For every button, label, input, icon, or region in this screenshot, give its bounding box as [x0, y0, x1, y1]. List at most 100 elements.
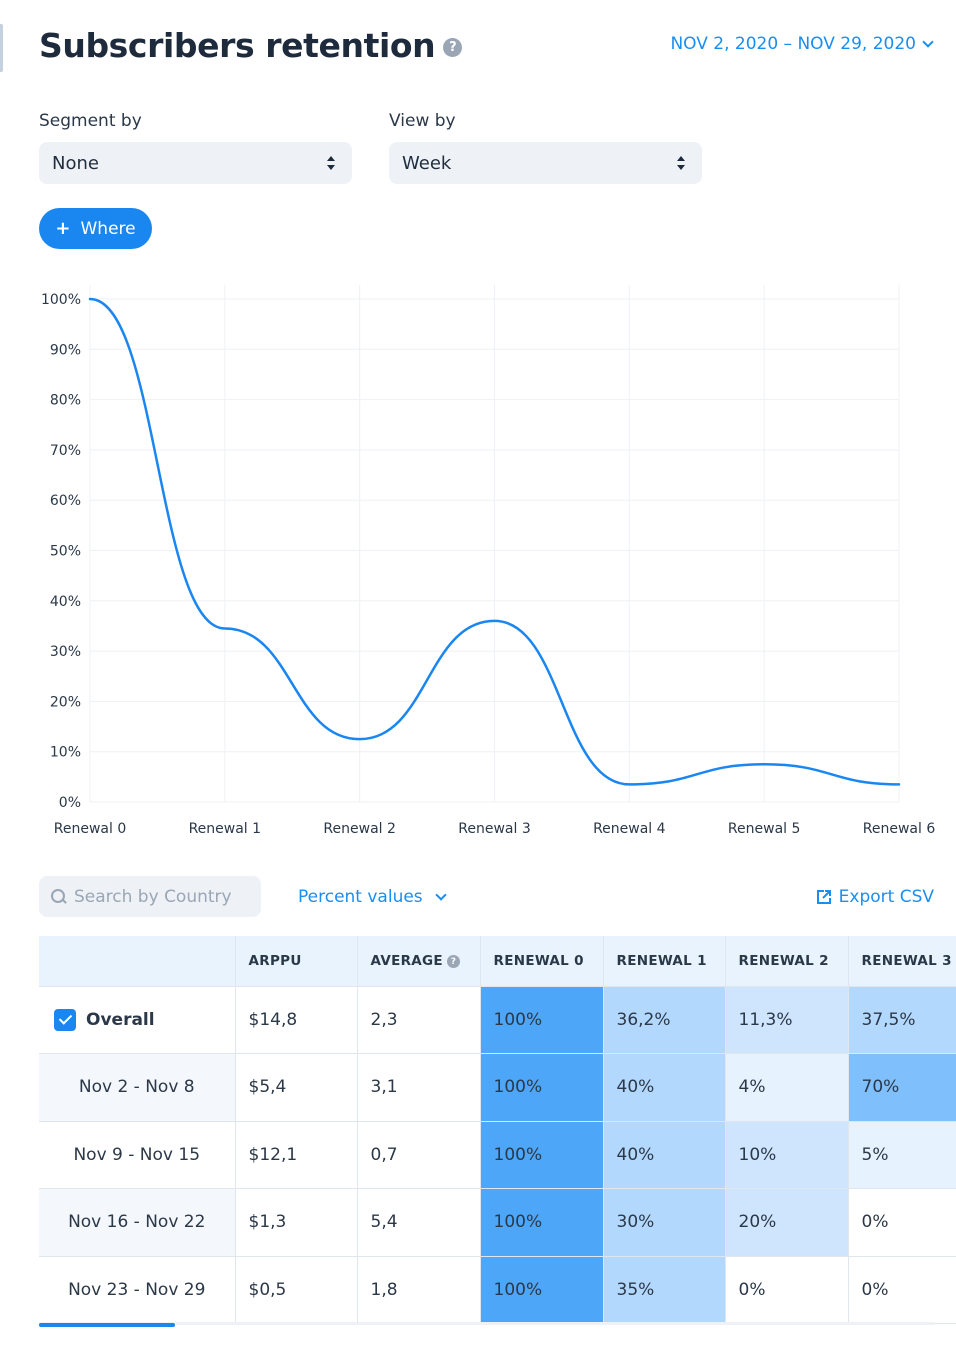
export-icon [816, 890, 831, 904]
table-row: Nov 23 - Nov 29 $0,5 1,8 100% 35% 0% 0% [39, 1256, 956, 1324]
y-tick-label: 0% [59, 795, 81, 811]
renewal-cell: 4% [725, 1053, 849, 1122]
segment-by-label: Segment by [39, 111, 142, 131]
renewal-cell: 35% [603, 1256, 726, 1324]
page-title-text: Subscribers retention [39, 26, 436, 65]
row-label: Overall [86, 1009, 155, 1030]
where-button-label: Where [80, 218, 136, 239]
table-header-row: ARPPU AVERAGE? RENEWAL 0 RENEWAL 1 RENEW… [39, 936, 956, 987]
view-by-value: Week [402, 152, 452, 174]
export-csv-button[interactable]: Export CSV [815, 887, 934, 907]
sort-arrows-icon [677, 156, 686, 170]
segment-by-value: None [52, 152, 99, 174]
renewal-cell: 100% [480, 1121, 604, 1189]
renewal-cell: 5% [848, 1121, 956, 1189]
average-cell: 5,4 [357, 1188, 481, 1257]
renewal-cell: 36,2% [603, 986, 726, 1054]
row-label: Nov 23 - Nov 29 [39, 1256, 236, 1324]
column-header-renewal-0[interactable]: RENEWAL 0 [480, 936, 604, 987]
checkbox-checked-icon[interactable] [54, 1008, 76, 1031]
renewal-cell: 10% [725, 1121, 849, 1189]
table-row: Nov 16 - Nov 22 $1,3 5,4 100% 30% 20% 0% [39, 1188, 956, 1257]
percent-values-label: Percent values [298, 887, 423, 907]
x-tick-label: Renewal 4 [593, 821, 666, 837]
retention-table: ARPPU AVERAGE? RENEWAL 0 RENEWAL 1 RENEW… [39, 936, 956, 1324]
y-tick-label: 50% [50, 544, 81, 560]
y-tick-label: 70% [50, 443, 81, 459]
y-tick-label: 90% [50, 342, 81, 358]
renewal-cell: 40% [603, 1121, 726, 1189]
arppu-cell: $12,1 [235, 1121, 358, 1189]
help-icon[interactable]: ? [446, 955, 460, 969]
renewal-cell: 0% [848, 1256, 956, 1324]
arppu-cell: $1,3 [235, 1188, 358, 1257]
row-label: Nov 2 - Nov 8 [39, 1053, 236, 1122]
column-header-label [39, 936, 236, 987]
column-header-renewal-3[interactable]: RENEWAL 3 [848, 936, 956, 987]
arppu-cell: $5,4 [235, 1053, 358, 1122]
percent-values-dropdown[interactable]: Percent values [298, 887, 447, 907]
y-tick-label: 20% [50, 694, 81, 710]
renewal-cell: 20% [725, 1188, 849, 1257]
column-header-renewal-2[interactable]: RENEWAL 2 [725, 936, 849, 987]
average-cell: 0,7 [357, 1121, 481, 1189]
x-tick-label: Renewal 6 [863, 821, 936, 837]
column-header-renewal-1[interactable]: RENEWAL 1 [603, 936, 726, 987]
average-cell: 2,3 [357, 986, 481, 1054]
chevron-down-icon [435, 888, 447, 901]
date-range-text: NOV 2, 2020 – NOV 29, 2020 [670, 34, 916, 54]
x-tick-label: Renewal 2 [323, 821, 395, 837]
y-tick-label: 60% [50, 493, 81, 509]
renewal-cell: 100% [480, 986, 604, 1054]
table-scrollbar-thumb[interactable] [39, 1323, 175, 1327]
renewal-cell: 30% [603, 1188, 726, 1257]
help-icon[interactable]: ? [443, 38, 463, 57]
date-range-picker[interactable]: NOV 2, 2020 – NOV 29, 2020 [670, 34, 934, 54]
table-row: Nov 2 - Nov 8 $5,4 3,1 100% 40% 4% 70% [39, 1053, 956, 1122]
search-placeholder: Search by Country [74, 886, 232, 907]
x-tick-label: Renewal 0 [54, 821, 126, 837]
y-tick-label: 40% [50, 594, 81, 610]
y-tick-label: 30% [50, 644, 81, 660]
view-by-select[interactable]: Week [389, 142, 702, 184]
y-tick-label: 80% [50, 393, 81, 409]
chevron-down-icon [922, 35, 934, 48]
renewal-cell: 40% [603, 1053, 726, 1122]
retention-line-chart: 0% 10% 20% 30% 40% 50% 60% 70% 80% 90% 100% Renewal… [41, 285, 936, 837]
renewal-cell: 100% [480, 1188, 604, 1257]
average-cell: 1,8 [357, 1256, 481, 1324]
renewal-cell: 37,5% [848, 986, 956, 1054]
table-row: Nov 9 - Nov 15 $12,1 0,7 100% 40% 10% 5% [39, 1121, 956, 1189]
y-tick-label: 100% [41, 292, 81, 308]
average-cell: 3,1 [357, 1053, 481, 1122]
column-header-average[interactable]: AVERAGE? [357, 936, 481, 987]
search-country-field[interactable]: Search by Country [39, 876, 261, 917]
renewal-cell: 0% [725, 1256, 849, 1324]
row-label: Nov 16 - Nov 22 [39, 1188, 236, 1257]
x-tick-label: Renewal 1 [189, 821, 261, 837]
column-header-arppu[interactable]: ARPPU [235, 936, 358, 987]
arppu-cell: $0,5 [235, 1256, 358, 1324]
segment-by-select[interactable]: None [39, 142, 352, 184]
renewal-cell: 100% [480, 1256, 604, 1324]
left-edge-accent [0, 24, 3, 72]
view-by-label: View by [389, 111, 456, 131]
renewal-cell: 11,3% [725, 986, 849, 1054]
renewal-cell: 0% [848, 1188, 956, 1257]
sort-arrows-icon [327, 156, 336, 170]
table-row-overall: Overall $14,8 2,3 100% 36,2% 11,3% 37,5% [39, 986, 956, 1054]
renewal-cell: 70% [848, 1053, 956, 1122]
add-where-filter-button[interactable]: + Where [39, 208, 152, 249]
plus-icon: + [55, 218, 71, 239]
renewal-cell: 100% [480, 1053, 604, 1122]
search-icon [51, 889, 66, 904]
x-tick-label: Renewal 5 [728, 821, 800, 837]
row-label: Nov 9 - Nov 15 [39, 1121, 236, 1189]
x-tick-label: Renewal 3 [458, 821, 530, 837]
y-tick-label: 10% [50, 745, 81, 761]
export-csv-label: Export CSV [838, 887, 934, 907]
arppu-cell: $14,8 [235, 986, 358, 1054]
page-title: Subscribers retention ? [39, 26, 463, 65]
column-header-average-text: AVERAGE [370, 952, 443, 969]
row-label-cell[interactable]: Overall [39, 986, 236, 1054]
